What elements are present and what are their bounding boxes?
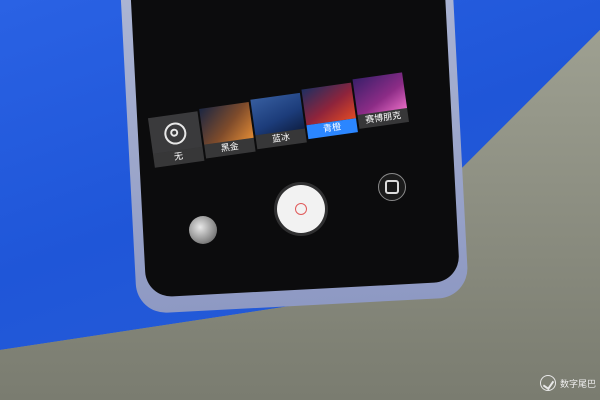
filter-blue-ice[interactable]: 蓝冰: [250, 92, 307, 150]
watermark-text: 数字尾巴: [560, 379, 597, 390]
shutter-button[interactable]: [277, 185, 325, 233]
shutter-center-icon: [295, 203, 307, 215]
filter-cyberpunk[interactable]: 赛博朋克: [352, 72, 409, 129]
filter-none[interactable]: 无: [147, 111, 205, 168]
photo-scene: 无 黑金 蓝冰 青橙 赛博朋克 数字尾巴: [0, 0, 600, 400]
filter-black-gold[interactable]: 黑金: [199, 102, 256, 159]
none-circle-icon: [162, 121, 188, 146]
switch-camera-icon: [385, 180, 399, 194]
filter-teal-orange[interactable]: 青橙: [301, 82, 358, 140]
switch-camera-button[interactable]: [378, 173, 406, 201]
gallery-thumbnail[interactable]: [189, 216, 217, 244]
watermark: 数字尾巴: [540, 375, 596, 391]
watermark-check-icon: [540, 375, 556, 391]
